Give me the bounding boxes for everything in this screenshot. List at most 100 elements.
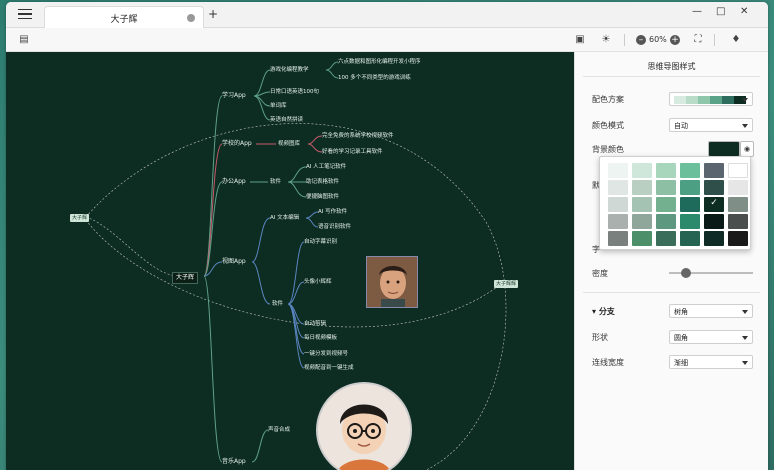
color-swatch[interactable]	[632, 197, 652, 212]
color-swatch[interactable]	[728, 197, 748, 212]
color-swatch[interactable]	[608, 163, 628, 178]
branch-music-app[interactable]: 音乐App	[222, 458, 246, 466]
minimize-icon[interactable]: —	[692, 6, 702, 17]
color-swatch[interactable]	[632, 214, 652, 229]
color-swatch[interactable]: ✓	[704, 197, 724, 212]
color-swatch[interactable]	[680, 214, 700, 229]
mindmap-canvas[interactable]: 大子辉 大子辉辉 大子辉 学习App 游戏化编程教学 六点数据和图形化编程开发小…	[6, 52, 574, 470]
chevron-down-icon	[742, 98, 748, 102]
chevron-down-icon	[742, 124, 748, 128]
topic-word-bank[interactable]: 单词库	[270, 102, 287, 110]
subtopic-office-2[interactable]: 助记表格软件	[306, 178, 339, 186]
color-swatch[interactable]	[656, 214, 676, 229]
topic-office-software[interactable]: 软件	[270, 178, 281, 186]
floating-topic-right[interactable]: 大子辉辉	[494, 280, 519, 288]
color-swatch[interactable]	[656, 180, 676, 195]
cartoon-avatar[interactable]	[316, 382, 412, 470]
subtopic-programming-1[interactable]: 六点数据和图形化编程开发小程序	[338, 58, 421, 66]
title-bar: 大子辉 + — □ ✕	[6, 2, 768, 28]
shape-select[interactable]: 圆角	[669, 330, 753, 344]
color-palette-icon[interactable]: ◉	[740, 141, 754, 157]
topic-english-phrases[interactable]: 日常口语英语100句	[270, 88, 319, 96]
fullscreen-icon[interactable]: ⛶	[692, 34, 704, 46]
color-scheme-select[interactable]	[669, 92, 753, 106]
subtopic-video-sw-2[interactable]: 头像小辉辉	[304, 278, 332, 286]
color-swatch[interactable]	[680, 180, 700, 195]
color-mode-select[interactable]: 自动	[669, 118, 753, 132]
subtopic-video-2[interactable]: 好看的学习记录工具软件	[322, 148, 383, 156]
color-swatch[interactable]	[728, 163, 748, 178]
color-swatch[interactable]	[608, 197, 628, 212]
bg-color-swatch[interactable]	[708, 141, 740, 157]
color-scheme-label: 配色方案	[592, 95, 624, 104]
color-swatch[interactable]	[728, 214, 748, 229]
outline-panel-icon[interactable]: ▤	[18, 34, 30, 46]
subtopic-video-sw-5[interactable]: 一键分发到视频号	[304, 350, 348, 358]
color-swatch[interactable]	[608, 231, 628, 246]
color-swatch[interactable]	[632, 163, 652, 178]
color-swatch[interactable]	[704, 180, 724, 195]
tab-close-icon[interactable]	[187, 14, 195, 22]
color-swatch[interactable]	[704, 231, 724, 246]
subtopic-office-3[interactable]: 便捷脑图软件	[306, 193, 339, 201]
subtopic-video-sw-1[interactable]: 自动字幕识别	[304, 238, 337, 246]
subtopic-office-1[interactable]: AI 人工笔记软件	[306, 163, 346, 171]
color-swatch[interactable]	[608, 180, 628, 195]
subtopic-video-1[interactable]: 完全免费的系统学校视频软件	[322, 132, 394, 140]
menu-icon[interactable]	[18, 9, 32, 21]
scheme-swatch	[698, 96, 710, 104]
app-window: 大子辉 + — □ ✕ ▤ ▣ ☀ – 60% + ⛶ ♦ 大子辉 大子辉辉 大…	[6, 2, 768, 470]
new-tab-icon[interactable]: +	[208, 7, 218, 21]
color-swatch[interactable]	[608, 214, 628, 229]
branch-style-select[interactable]: 树角	[669, 304, 753, 318]
line-width-select[interactable]: 渐细	[669, 355, 753, 369]
style-brush-icon[interactable]: ♦	[730, 34, 742, 46]
panel-title: 思维导图样式	[647, 62, 696, 71]
color-swatch[interactable]	[632, 180, 652, 195]
subtopic-ai-text-1[interactable]: AI 写作软件	[318, 208, 347, 216]
color-swatch[interactable]	[680, 163, 700, 178]
topic-video-gallery[interactable]: 视频图库	[278, 140, 300, 148]
color-swatch[interactable]	[632, 231, 652, 246]
branch-school-app[interactable]: 学校的App	[222, 140, 252, 148]
color-swatch[interactable]	[704, 214, 724, 229]
mindmap-connectors	[85, 61, 507, 470]
branch-office-app[interactable]: 办公App	[222, 178, 246, 186]
density-slider-handle[interactable]	[680, 268, 691, 278]
subtopic-video-sw-6[interactable]: 视频配音到一键生成	[304, 364, 354, 372]
floating-topic-left[interactable]: 大子辉	[70, 214, 90, 222]
topic-voice-synthesis[interactable]: 声音合成	[268, 426, 290, 434]
topic-phonics[interactable]: 英语自然拼读	[270, 116, 303, 124]
subtopic-video-sw-4[interactable]: 每日视频模板	[304, 334, 337, 342]
topic-ai-text[interactable]: AI 文本编辑	[270, 214, 299, 222]
subtopic-video-sw-3[interactable]: 自动剪辑	[304, 320, 326, 328]
color-swatch[interactable]	[656, 197, 676, 212]
line-width-label: 连线宽度	[592, 358, 624, 367]
branch-section-head[interactable]: ▾ 分支	[592, 306, 615, 317]
root-topic[interactable]: 大子辉	[172, 272, 199, 284]
topic-programming[interactable]: 游戏化编程教学	[270, 66, 309, 74]
bg-color-label: 背景颜色	[592, 145, 624, 154]
subtopic-ai-text-2[interactable]: 语音识别软件	[318, 223, 351, 231]
zoom-out-icon[interactable]: –	[636, 35, 646, 45]
color-swatch[interactable]	[728, 231, 748, 246]
theme-sun-icon[interactable]: ☀	[600, 34, 612, 46]
zoom-level: 60%	[649, 35, 667, 44]
color-swatch[interactable]	[680, 231, 700, 246]
color-swatch[interactable]	[728, 180, 748, 195]
fit-view-icon[interactable]: ▣	[574, 34, 586, 46]
zoom-in-icon[interactable]: +	[670, 35, 680, 45]
document-tab[interactable]: 大子辉	[44, 6, 204, 28]
topic-video-software[interactable]: 软件	[272, 300, 283, 308]
color-swatch[interactable]	[656, 231, 676, 246]
color-swatch[interactable]	[656, 163, 676, 178]
branch-video-app[interactable]: 视图App	[222, 258, 246, 266]
branch-learning-app[interactable]: 学习App	[222, 92, 246, 100]
bg-color-popup: ✓	[599, 156, 751, 250]
close-icon[interactable]: ✕	[740, 6, 748, 17]
color-swatch[interactable]	[704, 163, 724, 178]
subtopic-programming-2[interactable]: 100 多个不同类型的游戏训练	[338, 74, 411, 82]
maximize-icon[interactable]: □	[716, 6, 725, 17]
color-swatch[interactable]	[680, 197, 700, 212]
portrait-photo[interactable]	[366, 256, 418, 308]
